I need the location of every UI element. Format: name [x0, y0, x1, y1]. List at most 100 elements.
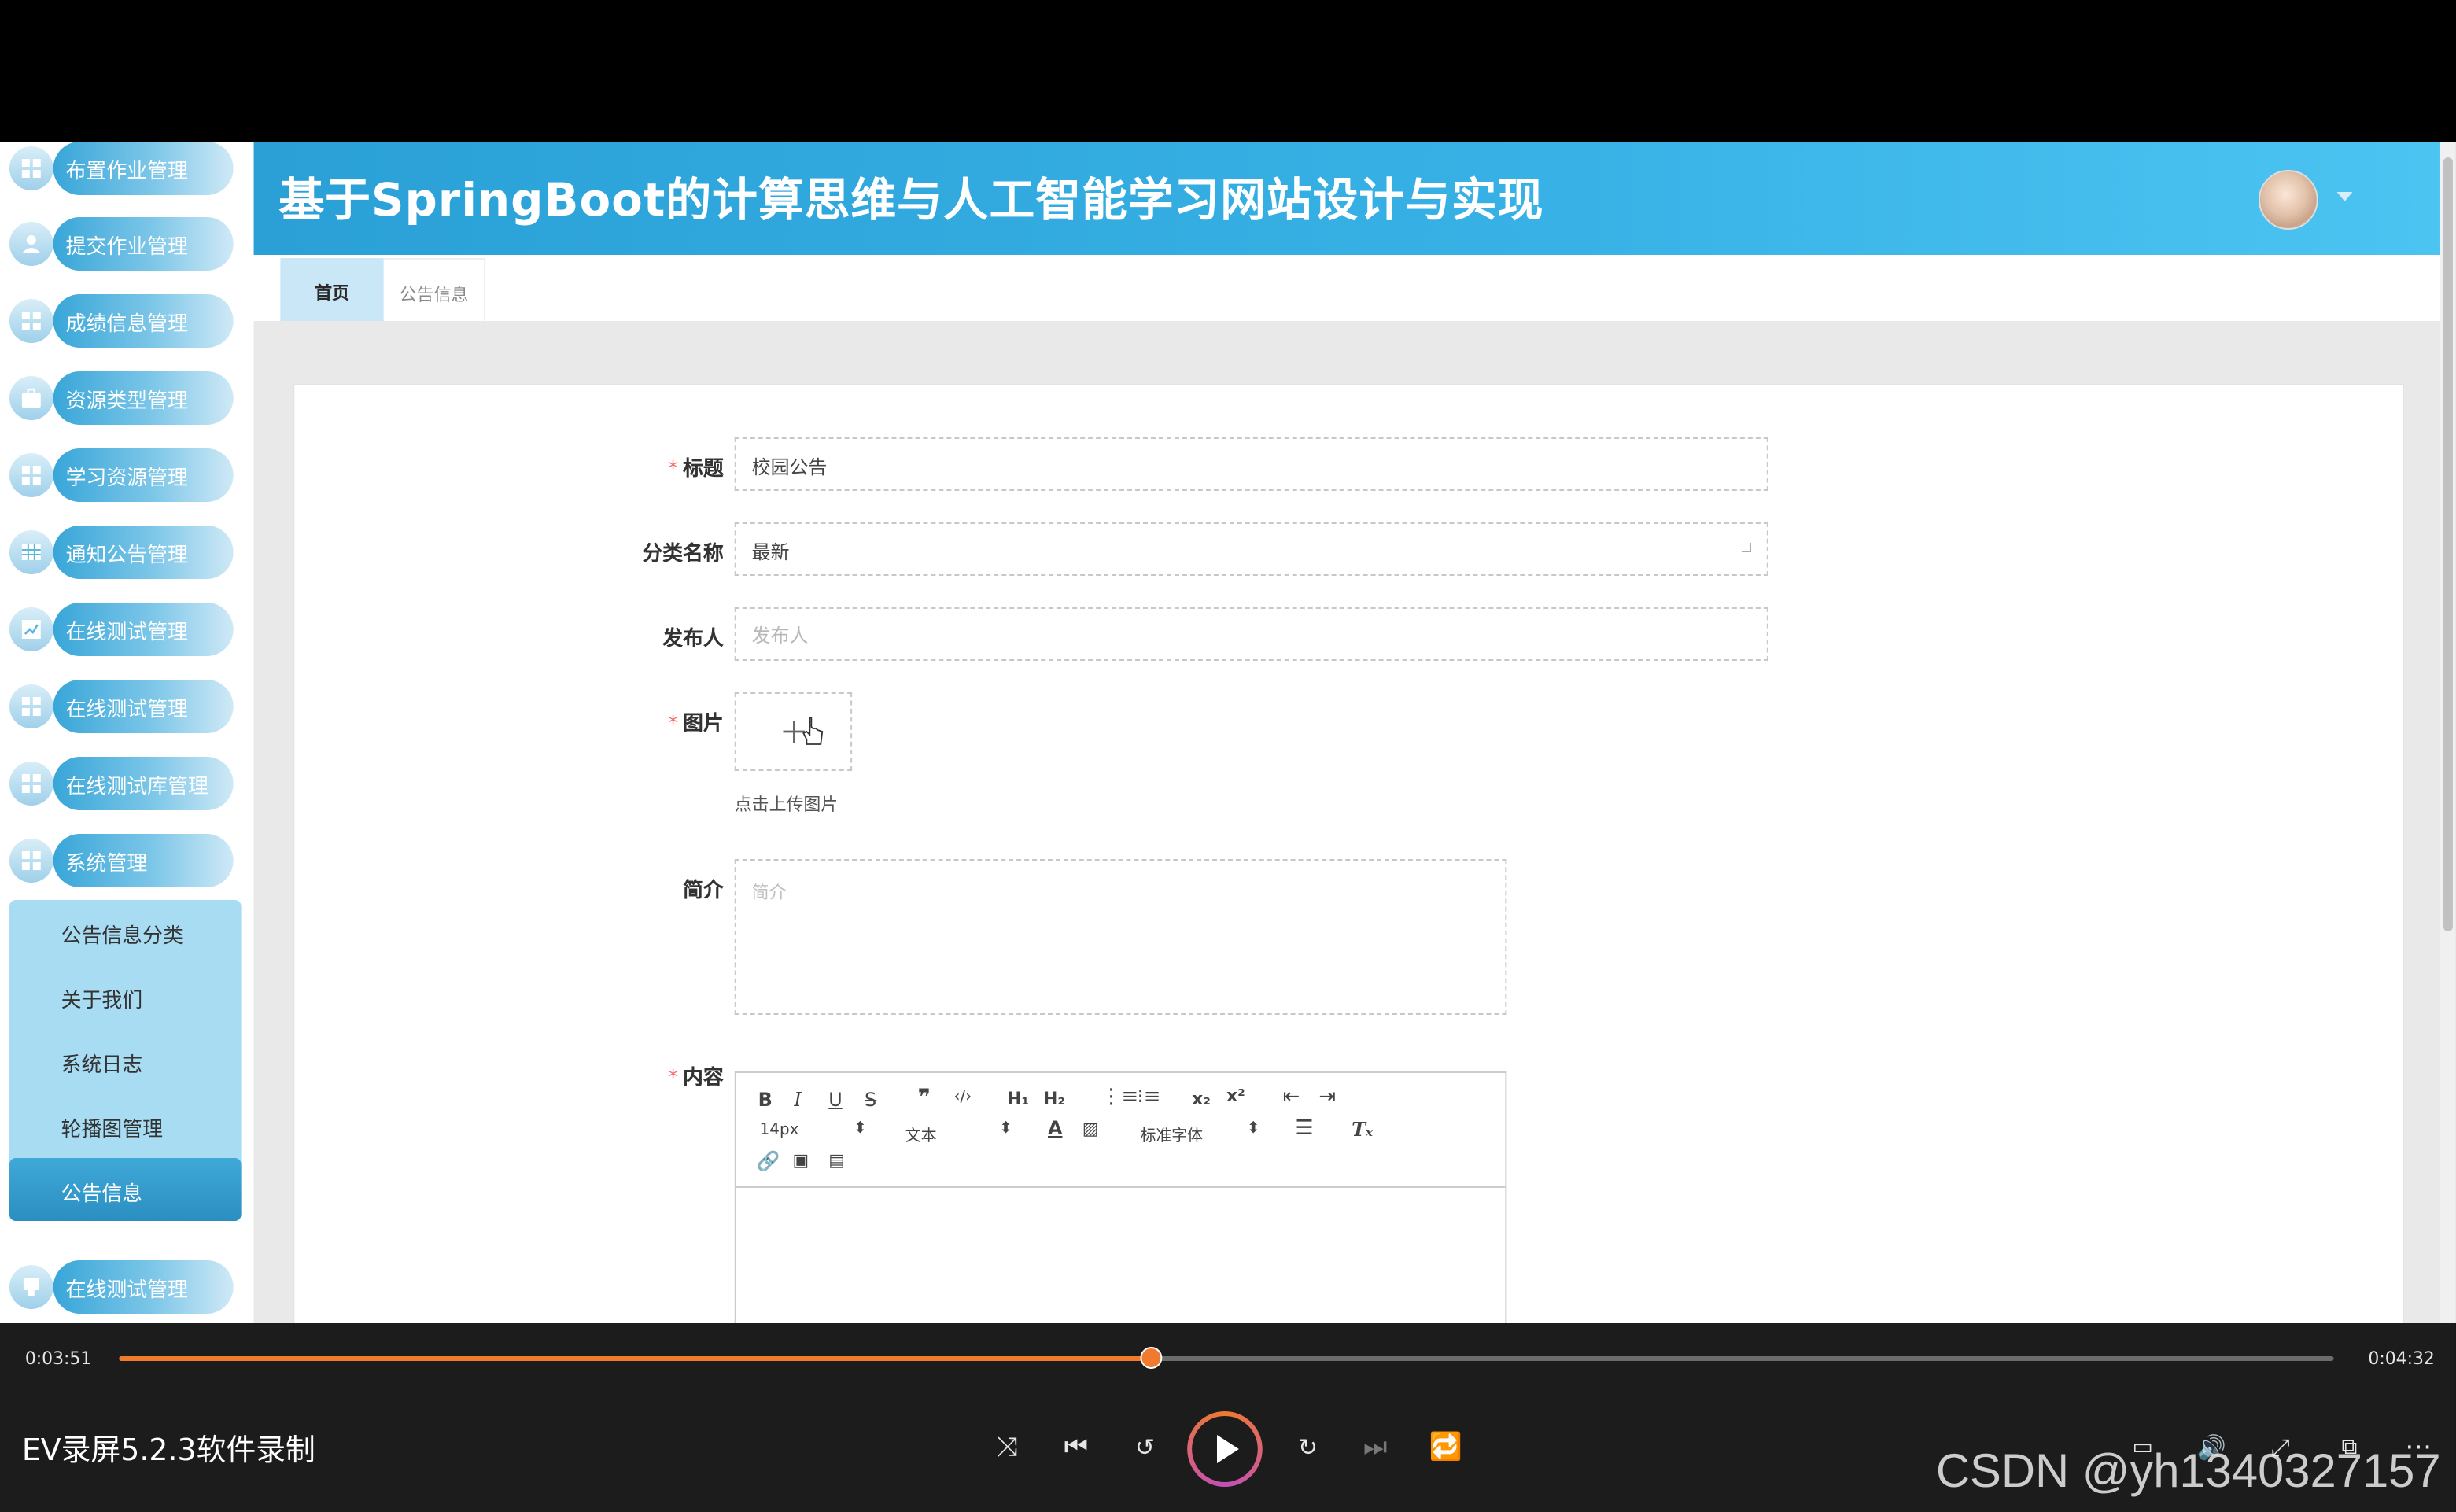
submenu-item-system-log[interactable]: 系统日志	[9, 1029, 242, 1092]
sidebar-item-assign-homework[interactable]: 布置作业管理	[9, 142, 235, 195]
ordered-list-icon[interactable]: ⋮≡	[1101, 1086, 1139, 1109]
video-icon[interactable]: ▤	[828, 1150, 845, 1171]
heading2-icon[interactable]: H₂	[1043, 1089, 1065, 1109]
outdent-icon[interactable]: ⇤	[1283, 1086, 1300, 1109]
sidebar-item-submit-homework[interactable]: 提交作业管理	[9, 217, 235, 271]
sidebar-item-online-test-1[interactable]: 在线测试管理	[9, 603, 235, 656]
font-color-icon[interactable]: A	[1048, 1117, 1063, 1139]
required-mark: *	[668, 458, 679, 481]
clear-format-icon[interactable]: Tₓ	[1352, 1119, 1373, 1141]
sidebar-item-online-test-2[interactable]: 在线测试管理	[9, 680, 235, 733]
submenu-item-notice-info[interactable]: 公告信息	[9, 1158, 242, 1221]
underline-icon[interactable]: U	[828, 1089, 843, 1111]
submenu-item-label: 公告信息	[61, 1183, 143, 1207]
sidebar-item-notices[interactable]: 通知公告管理	[9, 526, 235, 579]
sidebar: 布置作业管理 提交作业管理 成绩信息管理 资源类型管理 学习资源管理 通知公告管…	[0, 142, 254, 1323]
superscript-icon[interactable]: x²	[1226, 1086, 1245, 1106]
title-input[interactable]: 校园公告	[734, 437, 1768, 491]
sidebar-item-online-test-3[interactable]: 在线测试管理	[9, 1260, 235, 1314]
briefcase-icon	[21, 388, 41, 408]
previous-icon[interactable]: ⏮	[1059, 1430, 1093, 1465]
grid-icon	[21, 774, 41, 793]
sidebar-item-test-bank[interactable]: 在线测试库管理	[9, 757, 235, 810]
image-icon[interactable]: ▣	[792, 1150, 809, 1171]
category-select[interactable]: 最新	[734, 522, 1768, 576]
submenu-item-carousel[interactable]: 轮播图管理	[9, 1093, 242, 1156]
sidebar-item-label: 资源类型管理	[65, 390, 188, 414]
subscript-icon[interactable]: x₂	[1192, 1089, 1211, 1109]
publisher-placeholder: 发布人	[751, 625, 809, 647]
header: 基于SpringBoot的计算思维与人工智能学习网站设计与实现	[253, 142, 2443, 255]
scrollbar-thumb[interactable]	[2443, 157, 2453, 931]
tab-home[interactable]: 首页	[280, 258, 384, 321]
grid-icon	[21, 159, 41, 178]
content-label: * 内容	[668, 1067, 724, 1090]
progress-bar[interactable]	[119, 1347, 2334, 1369]
grid-icon	[21, 466, 41, 485]
publisher-input[interactable]: 发布人	[734, 607, 1768, 661]
table-icon	[21, 544, 41, 560]
video-player-controls: 0:03:51 0:04:32 EV录屏5.2.3软件录制 ⤨ ⏮ ↺ ↻ ⏭ …	[0, 1323, 2456, 1512]
sidebar-item-label: 在线测试管理	[65, 699, 188, 722]
sidebar-item-resource-types[interactable]: 资源类型管理	[9, 371, 235, 425]
sidebar-item-grades[interactable]: 成绩信息管理	[9, 294, 235, 348]
updown-icon: ⬍	[999, 1120, 1012, 1138]
sidebar-item-system[interactable]: 系统管理	[9, 834, 235, 887]
editor-toolbar: B I U S ❞ ‹/› H₁ H₂ ⋮≡ ⁝≡ x₂ x² ⇤ ⇥ 14px…	[736, 1073, 1506, 1188]
submenu-item-about-us[interactable]: 关于我们	[9, 964, 242, 1027]
background-color-icon[interactable]: ▨	[1082, 1119, 1099, 1139]
sidebar-item-label: 学习资源管理	[65, 467, 188, 491]
grid-icon	[21, 312, 41, 330]
repeat-icon[interactable]: 🔁	[1429, 1430, 1463, 1465]
sidebar-item-label: 布置作业管理	[65, 160, 188, 184]
strikethrough-icon[interactable]: S	[865, 1089, 876, 1111]
updown-icon: ⬍	[1246, 1120, 1260, 1138]
system-submenu: 公告信息分类 关于我们 系统日志 轮播图管理 公告信息	[9, 900, 242, 1221]
code-icon[interactable]: ‹/›	[954, 1089, 972, 1106]
link-icon[interactable]: 🔗	[757, 1150, 780, 1172]
rich-text-editor[interactable]: B I U S ❞ ‹/› H₁ H₂ ⋮≡ ⁝≡ x₂ x² ⇤ ⇥ 14px…	[734, 1071, 1507, 1323]
user-avatar[interactable]	[2259, 170, 2318, 230]
shuffle-icon[interactable]: ⤨	[990, 1430, 1024, 1465]
image-label: * 图片	[668, 713, 724, 736]
sidebar-item-label: 提交作业管理	[65, 236, 188, 260]
tab-notice[interactable]: 公告信息	[383, 258, 486, 324]
submenu-item-notice-category[interactable]: 公告信息分类	[9, 900, 242, 963]
sidebar-item-label: 成绩信息管理	[65, 313, 188, 337]
font-family-select[interactable]: 标准字体 ⬍	[1140, 1120, 1259, 1145]
monitor-icon	[23, 1278, 39, 1296]
progress-fill	[119, 1356, 1152, 1361]
heading1-icon[interactable]: H₁	[1007, 1089, 1029, 1109]
font-size-select[interactable]: 14px ⬍	[760, 1120, 867, 1139]
bullet-list-icon[interactable]: ⁝≡	[1137, 1086, 1160, 1109]
submenu-item-label: 公告信息分类	[61, 925, 183, 949]
format-select[interactable]: 文本 ⬍	[905, 1120, 1012, 1145]
intro-textarea[interactable]: 简介	[734, 859, 1507, 1015]
intro-label: 简介	[683, 880, 724, 903]
page-scrollbar[interactable]	[2439, 142, 2456, 1323]
chevron-down-icon	[1741, 543, 1751, 552]
next-icon[interactable]: ⏭	[1358, 1430, 1392, 1465]
forward-30-icon[interactable]: ↻	[1291, 1430, 1326, 1465]
indent-icon[interactable]: ⇥	[1318, 1086, 1336, 1109]
intro-placeholder: 简介	[751, 883, 787, 903]
tab-notice-label: 公告信息	[399, 285, 469, 305]
progress-handle[interactable]	[1140, 1347, 1163, 1369]
rewind-10-icon[interactable]: ↺	[1128, 1430, 1163, 1465]
caret-down-icon[interactable]	[2336, 192, 2353, 201]
blockquote-icon[interactable]: ❞	[918, 1086, 931, 1111]
title-label: * 标题	[668, 458, 724, 481]
user-icon	[21, 235, 41, 253]
align-icon[interactable]: ☰	[1296, 1117, 1314, 1141]
play-button[interactable]	[1187, 1411, 1263, 1487]
required-mark: *	[668, 713, 679, 736]
sidebar-item-label: 系统管理	[65, 853, 148, 876]
sidebar-item-learning-resources[interactable]: 学习资源管理	[9, 448, 235, 502]
grid-icon	[21, 697, 41, 716]
italic-icon[interactable]: I	[794, 1089, 801, 1111]
image-upload-button[interactable]	[734, 692, 853, 771]
bold-icon[interactable]: B	[758, 1089, 773, 1111]
recorder-label: EV录屏5.2.3软件录制	[21, 1433, 315, 1468]
publisher-label: 发布人	[662, 628, 724, 651]
title-input-value: 校园公告	[751, 456, 828, 478]
